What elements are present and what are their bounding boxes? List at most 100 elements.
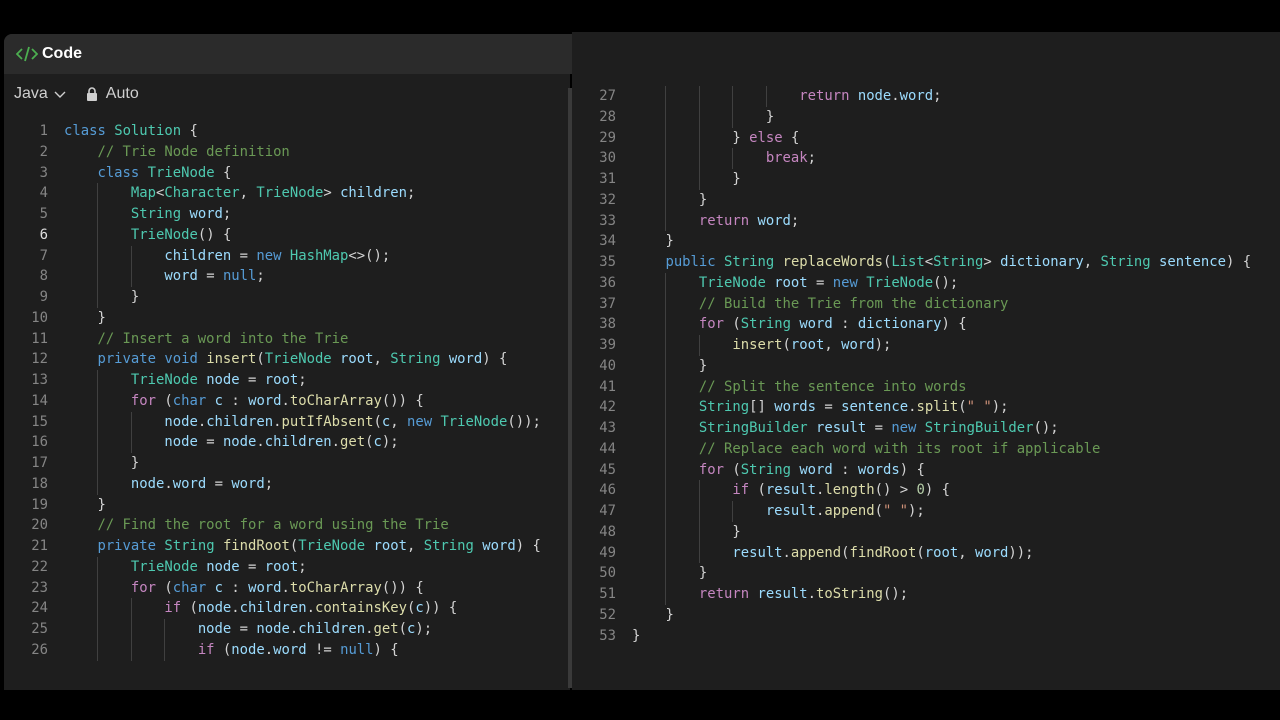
indent-guide: [665, 148, 667, 169]
code-line[interactable]: 20 // Find the root for a word using the…: [4, 515, 541, 536]
code-line[interactable]: 48 }: [572, 521, 1251, 543]
code-line[interactable]: 43 StringBuilder result = new StringBuil…: [572, 418, 1251, 439]
code-line[interactable]: 39 insert(root, word);: [572, 335, 1251, 356]
code-line[interactable]: 35 public String replaceWords(List<Strin…: [572, 252, 1251, 273]
line-number: 6: [39, 226, 48, 243]
line-number: 53: [599, 627, 616, 644]
code-text: }: [97, 309, 106, 326]
code-editor-left[interactable]: 1 class Solution {2 // Trie Node definiti…: [4, 121, 541, 661]
code-line[interactable]: 17 }: [4, 453, 541, 474]
line-number: 47: [599, 503, 616, 519]
line-number: 30: [599, 150, 616, 167]
language-selector[interactable]: Java: [14, 85, 66, 103]
code-line[interactable]: 42 String[] words = sentence.split(" ");: [572, 397, 1251, 418]
code-line[interactable]: 12 private void insert(TrieNode root, St…: [4, 349, 541, 370]
code-line[interactable]: 27 return node.word;: [572, 86, 1251, 107]
code-line[interactable]: 34 }: [572, 231, 1251, 252]
code-line[interactable]: 33 return word;: [572, 210, 1251, 232]
code-line[interactable]: 22 TrieNode node = root;: [4, 556, 541, 578]
code-line[interactable]: 50 }: [572, 563, 1251, 584]
line-number: 23: [31, 579, 48, 596]
indent-guide: [665, 169, 667, 190]
code-line[interactable]: 45 for (String word : words) {: [572, 459, 1251, 481]
indent-guide: [698, 86, 700, 107]
code-line[interactable]: 38 for (String word : dictionary) {: [572, 314, 1251, 335]
code-line[interactable]: 37 // Build the Trie from the dictionary: [572, 293, 1251, 315]
indent-guide: [97, 183, 99, 204]
code-line[interactable]: 51 return result.toString();: [572, 584, 1251, 605]
code-line[interactable]: 29 } else {: [572, 127, 1251, 149]
code-line[interactable]: 10 }: [4, 308, 541, 329]
code-text: for (String word : words) {: [698, 461, 925, 478]
code-text: }: [732, 171, 741, 187]
code-line[interactable]: 28 }: [572, 106, 1251, 128]
indent-guide: [665, 459, 667, 481]
code-line[interactable]: 3 class TrieNode {: [4, 163, 541, 184]
line-number: 41: [599, 378, 616, 395]
code-line[interactable]: 41 // Split the sentence into words: [572, 376, 1251, 398]
code-line[interactable]: 47 result.append(" ");: [572, 501, 1251, 522]
code-line[interactable]: 11 // Insert a word into the Trie: [4, 329, 541, 350]
code-panel-left: Java Auto 1 class Solution {2 // Trie Nod…: [4, 34, 570, 690]
code-line[interactable]: 44 // Replace each word with its root if…: [572, 438, 1251, 460]
code-line[interactable]: 49 result.append(findRoot(root, word));: [572, 542, 1251, 564]
code-line[interactable]: 46 if (result.length() > 0) {: [572, 480, 1251, 501]
code-text: // Trie Node definition: [97, 143, 290, 160]
line-number: 39: [599, 337, 616, 353]
code-line[interactable]: 9 }: [4, 287, 541, 308]
code-line[interactable]: 1 class Solution {: [4, 121, 541, 142]
code-line[interactable]: 19 }: [4, 495, 541, 516]
code-line[interactable]: 4 Map<Character, TrieNode> children;: [4, 183, 541, 204]
indent-guide: [732, 106, 734, 128]
indent-guide: [698, 501, 700, 522]
code-line[interactable]: 36 TrieNode root = new TrieNode();: [572, 272, 1251, 294]
indent-guide: [698, 148, 700, 169]
code-editor-right[interactable]: 27 return node.word; 28 } 29 } else {30 br…: [572, 86, 1251, 646]
code-line[interactable]: 30 break;: [572, 148, 1251, 169]
line-number: 9: [39, 289, 48, 305]
code-line[interactable]: 32 }: [572, 189, 1251, 211]
code-line[interactable]: 7 children = new HashMap<>();: [4, 245, 541, 267]
code-line[interactable]: 31 }: [572, 169, 1251, 190]
code-line[interactable]: 21 private String findRoot(TrieNode root…: [4, 536, 541, 557]
indent-guide: [698, 335, 700, 356]
code-line[interactable]: 52 }: [572, 605, 1251, 626]
code-text: class Solution {: [64, 123, 198, 139]
line-number: 16: [31, 434, 48, 451]
code-line[interactable]: 5 String word;: [4, 204, 541, 225]
indent-guide: [698, 480, 700, 501]
code-line[interactable]: 40 }: [572, 355, 1251, 377]
code-line[interactable]: 15 node.children.putIfAbsent(c, new Trie…: [4, 411, 541, 433]
code-line[interactable]: 53}: [572, 626, 1251, 647]
code-line[interactable]: 8 word = null;: [4, 266, 541, 287]
code-line[interactable]: 23 for (char c : word.toCharArray()) {: [4, 577, 541, 599]
indent-guide: [130, 619, 132, 640]
code-line[interactable]: 24 if (node.children.containsKey(c)) {: [4, 598, 541, 619]
indent-guide: [698, 521, 700, 543]
line-number: 49: [599, 544, 616, 561]
editor-toolbar: Java Auto: [4, 78, 570, 110]
code-line[interactable]: 25 node = node.children.get(c);: [4, 619, 541, 640]
indent-guide: [665, 584, 667, 605]
code-text: class TrieNode {: [97, 164, 232, 181]
code-line[interactable]: 14 for (char c : word.toCharArray()) {: [4, 390, 541, 412]
indent-guide: [665, 86, 667, 107]
indent-guide: [97, 577, 99, 599]
line-number: 32: [599, 191, 616, 208]
code-text: if (node.word != null) {: [197, 641, 399, 658]
code-line[interactable]: 16 node = node.children.get(c);: [4, 432, 541, 453]
line-number: 52: [599, 606, 616, 623]
indent-guide: [130, 639, 132, 661]
code-line[interactable]: 26 if (node.word != null) {: [4, 639, 541, 661]
line-number: 5: [39, 206, 48, 222]
auto-mode[interactable]: Auto: [86, 85, 139, 103]
line-number: 14: [31, 392, 48, 409]
code-text: for (String word : dictionary) {: [698, 316, 967, 333]
code-line[interactable]: 6 TrieNode() {: [4, 224, 541, 246]
code-line[interactable]: 13 TrieNode node = root;: [4, 370, 541, 391]
code-line[interactable]: 2 // Trie Node definition: [4, 142, 541, 163]
code-line[interactable]: 18 node.word = word;: [4, 473, 541, 495]
line-number: 25: [31, 621, 48, 637]
line-number: 17: [31, 455, 48, 471]
code-text: }: [632, 627, 641, 644]
